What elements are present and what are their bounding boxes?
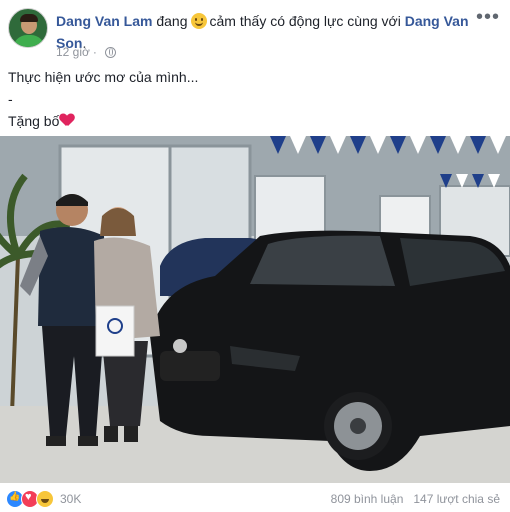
comments-count[interactable]: 809 bình luận	[331, 492, 404, 506]
post-timestamp[interactable]: 12 giờ	[56, 45, 90, 59]
post-photo[interactable]	[0, 136, 510, 483]
globe-icon[interactable]	[104, 46, 116, 58]
reactions-summary[interactable]: 30K	[6, 490, 81, 508]
red-heart-icon	[60, 114, 74, 127]
avatar-hair	[20, 14, 38, 22]
feeling-prefix: đang	[156, 13, 188, 29]
post-header: Dang Van Lam đang cảm thấy có động lực cù…	[56, 10, 476, 54]
body-line-1: Thực hiện ước mơ của mình...	[8, 69, 199, 85]
gift-bag	[95, 305, 135, 357]
body-line-2: -	[8, 91, 13, 107]
engagement-stats: 809 bình luận 147 lượt chia sẻ	[331, 492, 500, 506]
reaction-count: 30K	[60, 492, 82, 506]
facebook-post: Dang Van Lam đang cảm thấy có động lực cù…	[0, 0, 510, 512]
author-avatar[interactable]	[8, 8, 48, 48]
feeling-text: cảm thấy có động lực cùng với	[209, 13, 401, 29]
post-body: Thực hiện ước mơ của mình... - Tặng bố	[8, 66, 198, 132]
shares-count[interactable]: 147 lượt chia sẻ	[413, 492, 500, 506]
body-line-3: Tặng bố	[8, 110, 198, 132]
haha-icon	[36, 490, 54, 508]
showroom-photo-illustration	[0, 136, 510, 483]
avatar-shirt	[13, 35, 45, 47]
post-meta: 12 giờ ·	[56, 45, 116, 59]
smiling-face-icon	[190, 13, 207, 29]
more-options-icon[interactable]: •••	[476, 6, 500, 29]
meta-separator: ·	[92, 45, 97, 59]
body-line-3-text: Tặng bố	[8, 113, 60, 129]
author-name[interactable]: Dang Van Lam	[56, 13, 152, 29]
